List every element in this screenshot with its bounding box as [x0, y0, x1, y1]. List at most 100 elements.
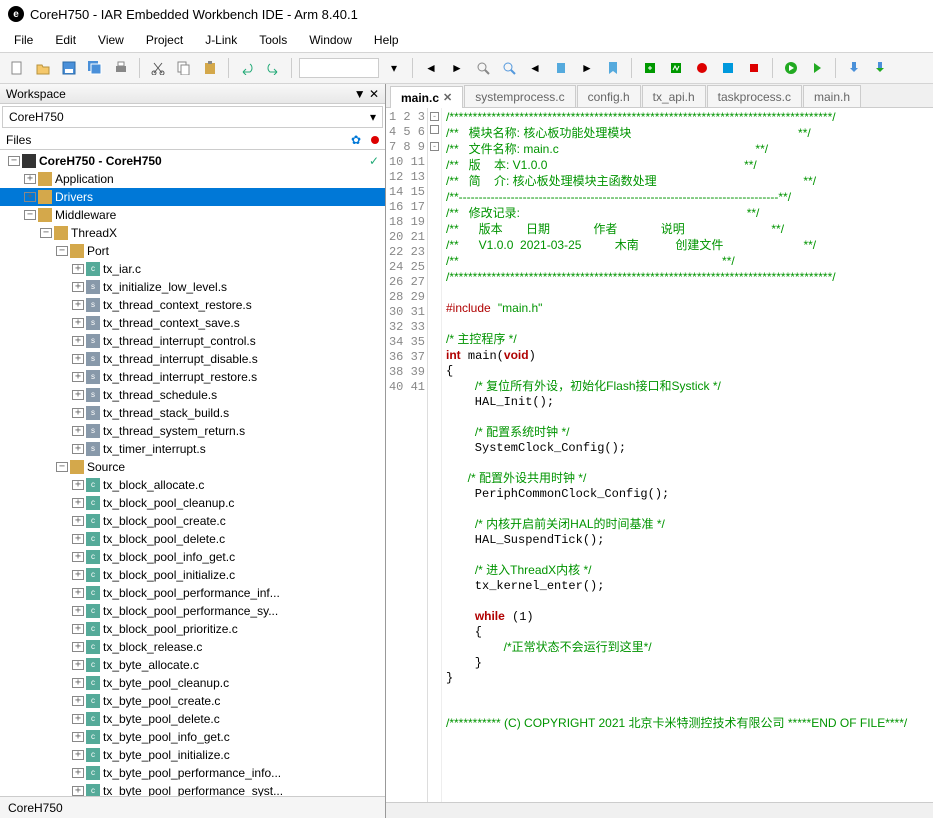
tree-item[interactable]: +ctx_byte_pool_info_get.c	[0, 728, 385, 746]
expand-icon[interactable]: +	[72, 750, 84, 760]
compile-icon[interactable]	[639, 57, 661, 79]
find-icon[interactable]	[472, 57, 494, 79]
expand-icon[interactable]: +	[72, 714, 84, 724]
tree-item[interactable]: +ctx_byte_pool_create.c	[0, 692, 385, 710]
bookmark-prev-icon[interactable]: ◄	[524, 57, 546, 79]
tree-item[interactable]: −Middleware	[0, 206, 385, 224]
tree-item[interactable]: −CoreH750 - CoreH750✓	[0, 152, 385, 170]
panel-arrows[interactable]: ▼ ✕	[354, 87, 379, 101]
tree-item[interactable]: +ctx_block_pool_performance_sy...	[0, 602, 385, 620]
expand-icon[interactable]: +	[24, 192, 36, 202]
tree-item[interactable]: +ctx_block_pool_cleanup.c	[0, 494, 385, 512]
tree-item[interactable]: +stx_thread_interrupt_restore.s	[0, 368, 385, 386]
expand-icon[interactable]: +	[72, 696, 84, 706]
tree-item[interactable]: +stx_thread_interrupt_disable.s	[0, 350, 385, 368]
code-area[interactable]: 1 2 3 4 5 6 7 8 9 10 11 12 13 14 15 16 1…	[386, 108, 933, 802]
expand-icon[interactable]: +	[72, 390, 84, 400]
code-content[interactable]: /***************************************…	[442, 108, 933, 802]
tree-item[interactable]: +stx_initialize_low_level.s	[0, 278, 385, 296]
expand-icon[interactable]: +	[72, 354, 84, 364]
expand-icon[interactable]: −	[40, 228, 52, 238]
download-run-icon[interactable]	[869, 57, 891, 79]
expand-icon[interactable]: +	[72, 444, 84, 454]
tree-item[interactable]: −Source	[0, 458, 385, 476]
tree-item[interactable]: +stx_thread_context_save.s	[0, 314, 385, 332]
expand-icon[interactable]: −	[56, 462, 68, 472]
menu-edit[interactable]: Edit	[45, 30, 86, 50]
expand-icon[interactable]: +	[72, 534, 84, 544]
tree-item[interactable]: −Port	[0, 242, 385, 260]
tree-item[interactable]: +stx_thread_interrupt_control.s	[0, 332, 385, 350]
tree-item[interactable]: +ctx_block_pool_info_get.c	[0, 548, 385, 566]
expand-icon[interactable]: +	[24, 174, 36, 184]
tab-main-c[interactable]: main.c✕	[390, 86, 463, 108]
expand-icon[interactable]: +	[72, 282, 84, 292]
horizontal-scrollbar[interactable]	[386, 802, 933, 818]
tree-item[interactable]: +stx_timer_interrupt.s	[0, 440, 385, 458]
expand-icon[interactable]: −	[8, 156, 20, 166]
expand-icon[interactable]: +	[72, 336, 84, 346]
open-icon[interactable]	[32, 57, 54, 79]
expand-icon[interactable]: +	[72, 606, 84, 616]
tree-item[interactable]: +ctx_byte_pool_delete.c	[0, 710, 385, 728]
nav-fwd-icon[interactable]: ►	[446, 57, 468, 79]
build-icon[interactable]	[717, 57, 739, 79]
tree-item[interactable]: +stx_thread_system_return.s	[0, 422, 385, 440]
expand-icon[interactable]: +	[72, 678, 84, 688]
expand-icon[interactable]: −	[56, 246, 68, 256]
make-icon[interactable]	[665, 57, 687, 79]
expand-icon[interactable]: +	[72, 660, 84, 670]
tree-item[interactable]: +ctx_block_release.c	[0, 638, 385, 656]
close-icon[interactable]: ✕	[443, 91, 452, 104]
menu-project[interactable]: Project	[136, 30, 193, 50]
tree-item[interactable]: +ctx_byte_pool_performance_info...	[0, 764, 385, 782]
gear-icon[interactable]: ✿	[351, 133, 361, 147]
print-icon[interactable]	[110, 57, 132, 79]
tree-item[interactable]: +ctx_block_pool_performance_inf...	[0, 584, 385, 602]
debug-icon[interactable]	[780, 57, 802, 79]
menu-file[interactable]: File	[4, 30, 43, 50]
menu-help[interactable]: Help	[364, 30, 409, 50]
expand-icon[interactable]: +	[72, 318, 84, 328]
tree-item[interactable]: +ctx_byte_allocate.c	[0, 656, 385, 674]
workspace-dropdown[interactable]: CoreH750 ▾	[2, 106, 383, 128]
tree-item[interactable]: +stx_thread_stack_build.s	[0, 404, 385, 422]
expand-icon[interactable]: −	[24, 210, 36, 220]
tree-item[interactable]: +stx_thread_schedule.s	[0, 386, 385, 404]
tree-item[interactable]: +ctx_block_pool_prioritize.c	[0, 620, 385, 638]
tab-taskprocess-c[interactable]: taskprocess.c	[707, 85, 802, 107]
tree-item[interactable]: +ctx_block_allocate.c	[0, 476, 385, 494]
expand-icon[interactable]: +	[72, 786, 84, 796]
new-file-icon[interactable]	[6, 57, 28, 79]
tab-config-h[interactable]: config.h	[577, 85, 641, 107]
tree-item[interactable]: +ctx_byte_pool_performance_syst...	[0, 782, 385, 796]
tree-item[interactable]: +ctx_block_pool_create.c	[0, 512, 385, 530]
bookmark-toggle-icon[interactable]	[550, 57, 572, 79]
bookmark-next-icon[interactable]: ►	[576, 57, 598, 79]
menu-window[interactable]: Window	[299, 30, 362, 50]
tree-item[interactable]: +ctx_byte_pool_cleanup.c	[0, 674, 385, 692]
bookmark-icon[interactable]	[602, 57, 624, 79]
tree-item[interactable]: +Drivers	[0, 188, 385, 206]
expand-icon[interactable]: +	[72, 408, 84, 418]
tree-item[interactable]: +stx_thread_context_restore.s	[0, 296, 385, 314]
save-all-icon[interactable]	[84, 57, 106, 79]
fold-gutter[interactable]: - -	[428, 108, 442, 802]
expand-icon[interactable]: +	[72, 300, 84, 310]
expand-icon[interactable]: +	[72, 588, 84, 598]
paste-icon[interactable]	[199, 57, 221, 79]
replace-icon[interactable]	[498, 57, 520, 79]
undo-icon[interactable]	[236, 57, 258, 79]
expand-icon[interactable]: +	[72, 498, 84, 508]
stop-build-icon[interactable]	[743, 57, 765, 79]
tab-tx_api-h[interactable]: tx_api.h	[642, 85, 706, 107]
chevron-down-icon[interactable]: ▾	[383, 57, 405, 79]
tree-item[interactable]: −ThreadX	[0, 224, 385, 242]
cut-icon[interactable]	[147, 57, 169, 79]
expand-icon[interactable]: +	[72, 624, 84, 634]
expand-icon[interactable]: +	[72, 768, 84, 778]
expand-icon[interactable]: +	[72, 732, 84, 742]
tab-systemprocess-c[interactable]: systemprocess.c	[464, 85, 575, 107]
run-icon[interactable]	[806, 57, 828, 79]
expand-icon[interactable]: +	[72, 516, 84, 526]
